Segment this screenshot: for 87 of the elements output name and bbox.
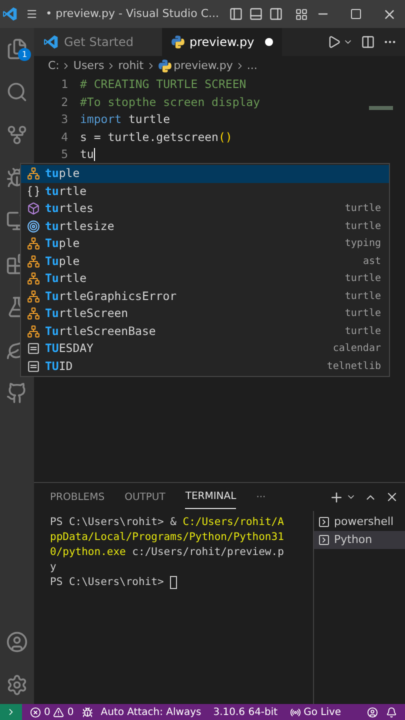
cube-icon (27, 202, 40, 216)
code-line: s = turtle.getscreen() (79, 128, 232, 146)
toggle-panel-icon[interactable] (249, 7, 263, 21)
error-icon (30, 706, 41, 718)
variable-icon (27, 220, 40, 233)
class-icon (27, 237, 40, 250)
settings-icon[interactable] (6, 674, 28, 696)
welcome-tab-icon (43, 34, 59, 50)
account-icon[interactable] (6, 631, 28, 653)
class-icon (27, 290, 40, 303)
panel-tab[interactable]: OUTPUT (124, 486, 166, 508)
split-editor-icon[interactable] (361, 35, 375, 49)
search-icon[interactable] (6, 81, 28, 103)
notification-badge: 1 (18, 48, 31, 61)
broadcast-icon (290, 706, 301, 718)
suggestion-item[interactable]: Tuple ast (21, 252, 389, 270)
toggle-sidebar-icon[interactable] (229, 7, 243, 21)
window-title: • preview.py - Visual Studio C... (46, 6, 219, 22)
constant-icon (27, 342, 40, 356)
python-file-icon (158, 59, 172, 73)
layout-icon[interactable] (295, 8, 308, 20)
debug-icon[interactable] (82, 706, 93, 718)
code-line: import turtle (79, 111, 170, 128)
terminal-instance[interactable]: Python (314, 531, 405, 549)
suggestion-item[interactable]: Tu rtle turtle (21, 270, 389, 288)
terminal-icon (318, 516, 330, 528)
breadcrumb-item[interactable]: rohit (118, 58, 144, 74)
breadcrumb-item[interactable]: Users (73, 58, 104, 74)
suggestion-item[interactable]: tu rtles turtle (21, 200, 389, 218)
python-file-icon (170, 35, 185, 49)
line-number: 3 (60, 111, 69, 128)
source-control-icon[interactable] (6, 124, 28, 146)
code-line: #To stopthe screen display (79, 94, 260, 111)
line-number: 5 (60, 146, 69, 164)
terminal-icon (318, 534, 330, 546)
line-number: 2 (60, 94, 69, 111)
notifications-icon[interactable] (386, 706, 397, 718)
code-line: # CREATING TURTLE SCREEN (79, 76, 246, 94)
suggestion-item[interactable]: tuple (21, 165, 389, 182)
suggestion-item[interactable]: TUESDAY calendar (21, 340, 389, 358)
breadcrumb-item[interactable]: C: (48, 58, 60, 74)
run-icon[interactable] (327, 35, 341, 49)
terminal-line: 0/python.exe c:/Users/rohit/preview.p (50, 545, 285, 560)
class-icon (27, 254, 40, 268)
suggestion-item[interactable]: tu rtlesize turtle (21, 218, 389, 235)
suggestion-item[interactable]: Tuple typing (21, 235, 389, 252)
breadcrumb-item[interactable]: preview.py (174, 58, 233, 74)
editor-tab[interactable]: preview.py (162, 28, 282, 56)
python-version[interactable]: 3.10.6 64-bit (213, 704, 278, 720)
class-icon (27, 307, 40, 320)
error-count: 0 (44, 706, 50, 720)
line-number: 4 (60, 128, 69, 146)
minimap (369, 106, 393, 110)
terminal-cursor (170, 576, 178, 589)
class-icon (27, 324, 40, 338)
terminal-line: ppData/Local/Programs/Python/Python31 (50, 530, 285, 545)
new-terminal-icon[interactable] (329, 490, 344, 504)
warning-icon (53, 706, 64, 718)
terminal-line: PS C:\Users\rohit> & C:/Users/rohit/A (50, 515, 285, 530)
suggestion-item[interactable]: Tu rtleGraphicsError turtle (21, 288, 389, 305)
line-number: 1 (60, 76, 69, 94)
class-icon (27, 272, 40, 286)
breadcrumb-item[interactable]: ... (246, 58, 258, 74)
warning-count: 0 (67, 706, 74, 720)
class-icon (27, 167, 40, 180)
toggle-secondary-sidebar-icon[interactable] (269, 7, 283, 21)
auto-attach-status[interactable]: Auto Attach: Always (100, 704, 202, 720)
suggestion-item[interactable]: TUID telnetlib (21, 358, 389, 375)
explorer-icon[interactable] (6, 38, 28, 60)
suggestion-item[interactable]: tu rtle (21, 182, 389, 200)
constant-icon (27, 360, 40, 373)
terminal-line: PS C:\Users\rohit> (50, 575, 313, 590)
suggestion-item[interactable]: Tu rtleScreenBase turtle (21, 322, 389, 340)
app-logo-icon (2, 6, 18, 22)
editor-tab[interactable]: Get Started (34, 28, 162, 56)
code-line: tu (79, 146, 95, 164)
suggestion-item[interactable]: Tu rtleScreen turtle (21, 305, 389, 322)
close-panel-icon[interactable] (385, 490, 399, 504)
go-live-label: Go Live (304, 706, 342, 720)
panel-tab[interactable]: PROBLEMS (50, 486, 105, 508)
terminal-line: y (50, 560, 58, 575)
braces-icon (27, 184, 40, 198)
github-icon[interactable] (6, 382, 28, 404)
maximize-icon[interactable] (350, 8, 362, 20)
panel-tab[interactable]: ··· (256, 486, 266, 508)
panel-tab[interactable]: TERMINAL (185, 485, 236, 509)
terminal-instance[interactable]: powershell (314, 513, 405, 531)
